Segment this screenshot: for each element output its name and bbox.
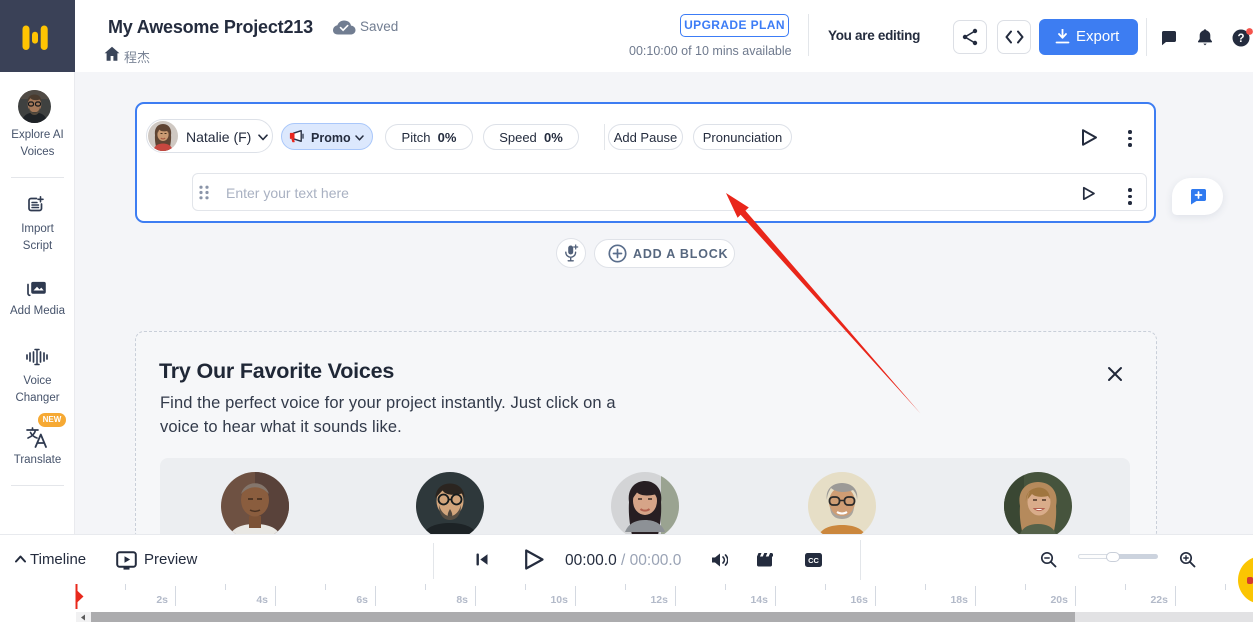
svg-text:10s: 10s <box>550 594 568 606</box>
svg-text:CC: CC <box>808 556 819 565</box>
svg-text:8s: 8s <box>456 594 468 606</box>
svg-text:6s: 6s <box>356 594 368 606</box>
svg-text:2s: 2s <box>156 594 168 606</box>
svg-text:18s: 18s <box>950 594 968 606</box>
svg-text:16s: 16s <box>850 594 868 606</box>
svg-text:14s: 14s <box>750 594 768 606</box>
svg-text:22s: 22s <box>1150 594 1168 606</box>
svg-text:12s: 12s <box>650 594 668 606</box>
svg-text:?: ? <box>1237 33 1244 45</box>
svg-text:20s: 20s <box>1050 594 1068 606</box>
svg-text:4s: 4s <box>256 594 268 606</box>
